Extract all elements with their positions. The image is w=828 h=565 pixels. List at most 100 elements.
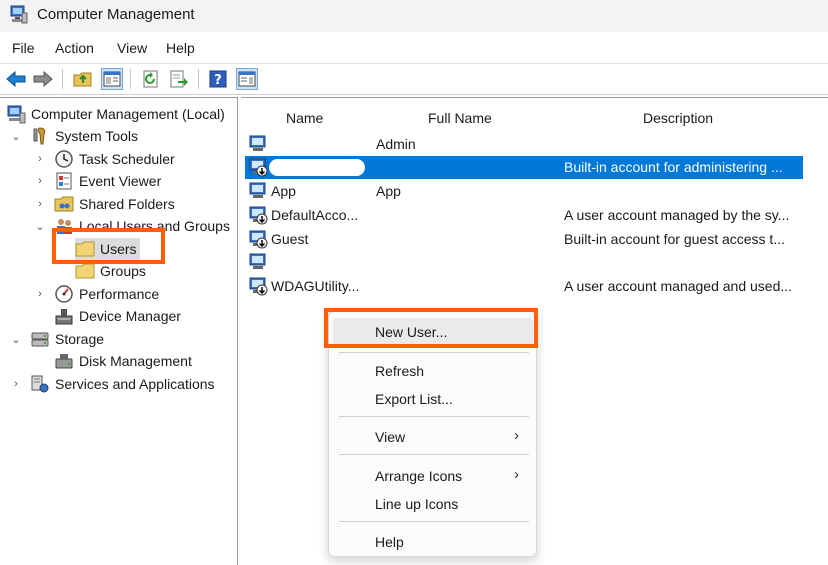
computer-management-icon bbox=[10, 5, 28, 25]
user-description: Built-in account for administering ... bbox=[564, 159, 783, 175]
user-icon bbox=[249, 157, 269, 177]
disk-icon bbox=[54, 351, 74, 371]
refresh-icon[interactable] bbox=[140, 68, 162, 90]
menu-item-help[interactable]: Help bbox=[333, 528, 533, 556]
tree-item-storage[interactable]: ⌄ Storage bbox=[10, 328, 104, 350]
column-header-description[interactable]: Description bbox=[643, 110, 713, 126]
tools-icon bbox=[30, 126, 50, 146]
user-name: DefaultAcco... bbox=[271, 207, 359, 223]
window-title: Computer Management bbox=[37, 6, 195, 23]
toolbar-separator bbox=[198, 69, 199, 89]
chevron-down-icon[interactable]: ⌄ bbox=[10, 130, 22, 143]
table-row[interactable]: DefaultAcco... A user account managed by… bbox=[245, 204, 803, 227]
table-row[interactable]: App App bbox=[245, 180, 803, 203]
tree-label: Event Viewer bbox=[79, 173, 162, 189]
menu-item-export-list[interactable]: Export List... bbox=[333, 385, 533, 413]
chevron-right-icon[interactable]: › bbox=[10, 378, 22, 390]
tree-item-services-applications[interactable]: › Services and Applications bbox=[10, 373, 215, 395]
user-icon bbox=[249, 181, 269, 201]
disabled-user-icon bbox=[249, 229, 269, 249]
menu-help[interactable]: Help bbox=[166, 40, 195, 56]
toolbar-separator bbox=[62, 69, 63, 89]
tree-item-event-viewer[interactable]: › Event Viewer bbox=[34, 170, 161, 192]
toolbar-separator bbox=[130, 69, 131, 89]
services-icon bbox=[30, 374, 50, 394]
tree-label: System Tools bbox=[55, 128, 138, 144]
tree-label: Performance bbox=[79, 286, 160, 302]
menu-item-refresh[interactable]: Refresh bbox=[333, 357, 533, 385]
folder-icon bbox=[75, 261, 95, 281]
menu-file[interactable]: File bbox=[12, 40, 35, 56]
table-row[interactable]: Guest Built-in account for guest access … bbox=[245, 228, 803, 251]
menu-item-line-up-icons[interactable]: Line up Icons bbox=[333, 490, 533, 518]
tree-item-computer-management[interactable]: Computer Management (Local) bbox=[6, 103, 225, 125]
menu-item-label: View bbox=[375, 429, 406, 445]
user-full-name: Admin bbox=[376, 136, 416, 152]
menu-item-label: Line up Icons bbox=[375, 496, 459, 512]
table-row[interactable]: WDAGUtility... A user account managed an… bbox=[245, 275, 803, 298]
table-row[interactable] bbox=[245, 251, 803, 274]
redacted-name bbox=[269, 159, 365, 176]
chevron-down-icon[interactable]: ⌄ bbox=[10, 333, 22, 346]
chevron-right-icon[interactable]: › bbox=[34, 175, 46, 187]
table-row[interactable]: Built-in account for administering ... bbox=[245, 156, 803, 179]
action-pane-icon[interactable] bbox=[236, 68, 258, 90]
tree-item-task-scheduler[interactable]: › Task Scheduler bbox=[34, 148, 175, 170]
user-description: A user account managed by the sy... bbox=[564, 207, 790, 223]
menu-item-view[interactable]: View › bbox=[333, 423, 533, 451]
user-description: A user account managed and used... bbox=[564, 278, 793, 294]
tree-label: Computer Management (Local) bbox=[31, 106, 225, 122]
device-manager-icon bbox=[54, 306, 74, 326]
menu-separator bbox=[339, 454, 529, 455]
disabled-user-icon bbox=[249, 276, 269, 296]
menu-bar: File Action View Help bbox=[0, 36, 828, 62]
menu-item-arrange-icons[interactable]: Arrange Icons › bbox=[333, 462, 533, 490]
event-viewer-icon bbox=[54, 171, 74, 191]
tree-item-system-tools[interactable]: ⌄ System Tools bbox=[10, 125, 138, 147]
user-name: WDAGUtility... bbox=[271, 278, 360, 294]
chevron-right-icon: › bbox=[514, 466, 519, 483]
tree-item-device-manager[interactable]: Device Manager bbox=[54, 305, 181, 327]
user-full-name: App bbox=[376, 183, 401, 199]
user-description: Built-in account for guest access t... bbox=[564, 231, 785, 247]
computer-management-icon bbox=[6, 104, 26, 124]
menu-action[interactable]: Action bbox=[55, 40, 94, 56]
tree-label: Services and Applications bbox=[55, 376, 215, 392]
chevron-right-icon: › bbox=[514, 427, 519, 444]
user-icon bbox=[249, 252, 269, 272]
chevron-right-icon[interactable]: › bbox=[34, 153, 46, 165]
title-bar: Computer Management bbox=[0, 0, 828, 32]
tree-item-disk-management[interactable]: Disk Management bbox=[54, 350, 192, 372]
user-icon bbox=[249, 134, 269, 154]
tree-label: Task Scheduler bbox=[79, 151, 175, 167]
menu-separator bbox=[339, 352, 529, 353]
storage-icon bbox=[30, 329, 50, 349]
back-icon[interactable] bbox=[5, 68, 27, 90]
console-tree: Computer Management (Local) ⌄ System Too… bbox=[0, 97, 238, 565]
column-header-full-name[interactable]: Full Name bbox=[428, 110, 492, 126]
table-row[interactable]: Admin bbox=[245, 133, 803, 156]
forward-icon[interactable] bbox=[32, 68, 54, 90]
new-user-highlight-box bbox=[324, 308, 538, 348]
menu-item-label: Refresh bbox=[375, 363, 425, 379]
export-list-icon[interactable] bbox=[168, 68, 190, 90]
tree-label: Groups bbox=[100, 263, 146, 279]
help-icon[interactable]: ? bbox=[207, 68, 229, 90]
tree-label: Disk Management bbox=[79, 353, 192, 369]
toolbar: ? bbox=[0, 63, 828, 95]
menu-item-label: Export List... bbox=[375, 391, 453, 407]
chevron-down-icon[interactable]: ⌄ bbox=[34, 220, 46, 233]
performance-icon bbox=[54, 284, 74, 304]
tree-item-shared-folders[interactable]: › Shared Folders bbox=[34, 193, 175, 215]
tree-item-performance[interactable]: › Performance bbox=[34, 283, 159, 305]
chevron-right-icon[interactable]: › bbox=[34, 288, 46, 300]
user-name: Guest bbox=[271, 231, 309, 247]
up-folder-icon[interactable] bbox=[72, 68, 94, 90]
column-header-name[interactable]: Name bbox=[286, 110, 323, 126]
show-hide-tree-icon[interactable] bbox=[101, 68, 123, 90]
chevron-right-icon[interactable]: › bbox=[34, 198, 46, 210]
menu-separator bbox=[339, 521, 529, 522]
menu-view[interactable]: View bbox=[117, 40, 147, 56]
tree-label: Shared Folders bbox=[79, 196, 175, 212]
user-name: App bbox=[271, 183, 296, 199]
